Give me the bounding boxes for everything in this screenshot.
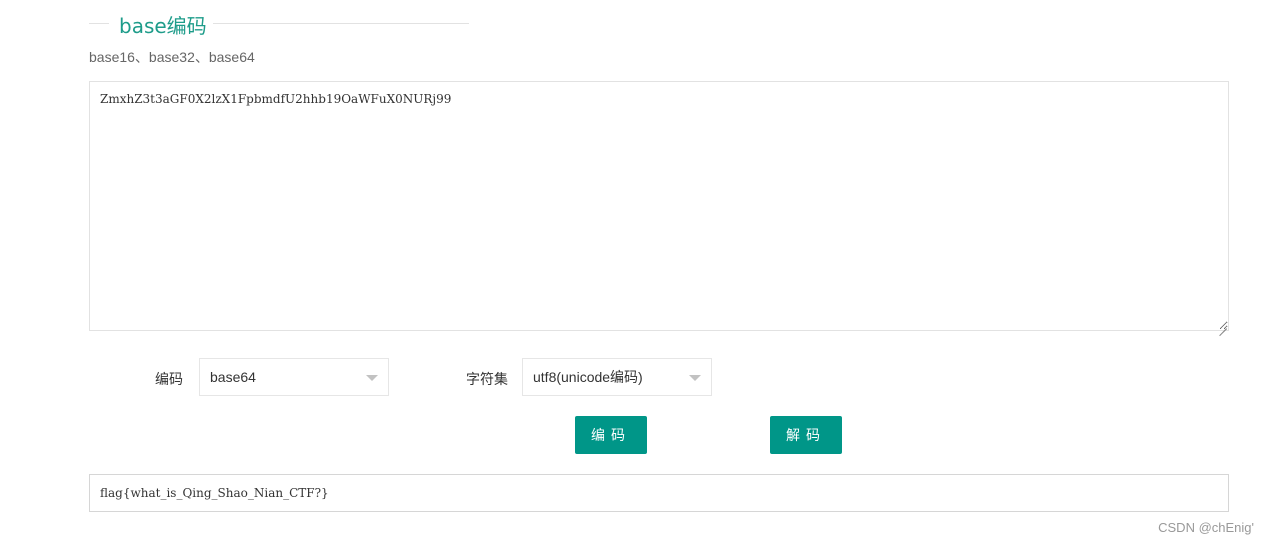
output-field[interactable] [89, 474, 1229, 512]
chevron-down-icon [689, 375, 701, 381]
encoding-select[interactable]: base64 [199, 358, 389, 396]
section-header: base编码 [89, 8, 469, 38]
charset-select[interactable]: utf8(unicode编码) [522, 358, 712, 396]
charset-label: 字符集 [466, 371, 508, 387]
charset-select-value: utf8(unicode编码) [533, 369, 643, 385]
watermark: CSDN @chEnig' [1158, 520, 1254, 535]
header-divider-left [89, 23, 109, 24]
input-textarea[interactable]: ZmxhZ3t3aGF0X2lzX1FpbmdfU2hhb19OaWFuX0NU… [89, 81, 1229, 331]
encode-button[interactable]: 编码 [575, 416, 647, 454]
section-subtitle: base16、base32、base64 [89, 49, 255, 65]
decode-button[interactable]: 解码 [770, 416, 842, 454]
chevron-down-icon [366, 375, 378, 381]
resize-handle-icon[interactable] [1218, 320, 1228, 330]
encoding-select-value: base64 [210, 369, 256, 385]
section-title: base编码 [119, 14, 207, 38]
encoding-label: 编码 [155, 371, 183, 387]
header-divider-right [213, 23, 469, 24]
